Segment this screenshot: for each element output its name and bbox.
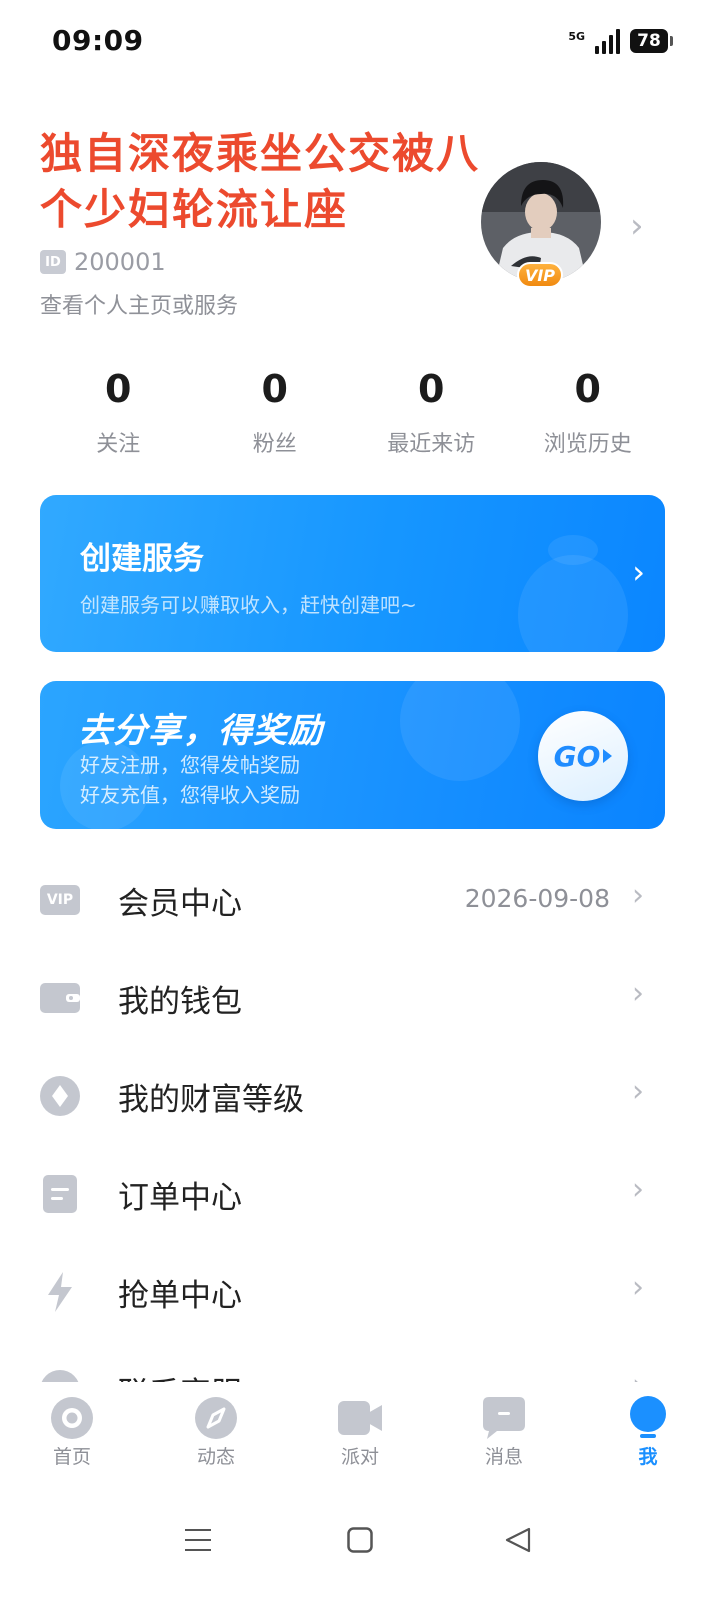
share-description-line: 好友注册，您得发帖奖励 bbox=[80, 753, 300, 777]
create-service-card[interactable]: 创建服务 创建服务可以赚取收入，赶快创建吧~ › bbox=[40, 495, 665, 652]
chevron-right-icon: › bbox=[632, 1074, 644, 1109]
compass-icon bbox=[194, 1397, 238, 1439]
back-icon[interactable] bbox=[496, 1518, 540, 1562]
tab-party[interactable]: 派对 bbox=[288, 1382, 432, 1478]
tab-messages[interactable]: 消息 bbox=[432, 1382, 576, 1478]
stat-label: 浏览历史 bbox=[543, 432, 632, 457]
share-description-line: 好友充值，您得收入奖励 bbox=[80, 783, 300, 807]
profile-id: 200001 bbox=[74, 248, 166, 276]
menu-icon[interactable] bbox=[176, 1518, 220, 1562]
stat-label: 粉丝 bbox=[252, 432, 297, 457]
share-title: 去分享，得奖励 bbox=[78, 711, 323, 751]
menu-item-wealth-level[interactable]: 我的财富等级 › bbox=[0, 1046, 720, 1144]
create-service-description: 创建服务可以赚取收入，赶快创建吧~ bbox=[80, 593, 417, 617]
battery-icon: 78 bbox=[630, 29, 673, 53]
profile-header[interactable]: 独自深夜乘坐公交被八个少妇轮流让座 ID 200001 查看个人主页或服务 VI… bbox=[40, 126, 680, 326]
bottom-tab-bar: 首页 动态 派对 消息 我 bbox=[0, 1382, 720, 1478]
go-label: GO bbox=[553, 739, 601, 773]
chevron-right-icon: › bbox=[632, 878, 644, 913]
menu-list: VIP 会员中心 2026-09-08 › 我的钱包 › 我的财富等级 › 订单… bbox=[0, 850, 720, 1382]
signal-icon bbox=[595, 28, 620, 54]
tab-label: 派对 bbox=[340, 1446, 379, 1468]
chevron-right-icon: › bbox=[632, 1270, 644, 1305]
stat-label: 关注 bbox=[96, 432, 141, 457]
menu-item-customer-service[interactable]: 联系客服 › bbox=[0, 1340, 720, 1382]
support-icon bbox=[40, 1370, 80, 1382]
menu-item-order-center[interactable]: 订单中心 › bbox=[0, 1144, 720, 1242]
menu-label: 联系客服 bbox=[118, 1368, 242, 1382]
stat-recent-visitors[interactable]: 0 最近来访 bbox=[353, 364, 510, 458]
menu-label: 订单中心 bbox=[118, 1180, 242, 1216]
tab-me[interactable]: 我 bbox=[576, 1382, 720, 1478]
profile-subtitle: 查看个人主页或服务 bbox=[40, 294, 239, 319]
tab-label: 动态 bbox=[196, 1446, 235, 1468]
tab-home[interactable]: 首页 bbox=[0, 1382, 144, 1478]
diamond-icon bbox=[40, 1076, 80, 1116]
menu-item-vip-center[interactable]: VIP 会员中心 2026-09-08 › bbox=[0, 850, 720, 948]
lightning-icon bbox=[40, 1272, 80, 1312]
stat-browse-history[interactable]: 0 浏览历史 bbox=[510, 364, 667, 458]
order-icon bbox=[40, 1175, 80, 1213]
menu-label: 会员中心 bbox=[118, 886, 242, 922]
chevron-right-icon: › bbox=[632, 976, 644, 1011]
tab-label: 首页 bbox=[52, 1446, 91, 1468]
menu-item-wallet[interactable]: 我的钱包 › bbox=[0, 948, 720, 1046]
stat-followers[interactable]: 0 粉丝 bbox=[197, 364, 354, 458]
tab-label: 消息 bbox=[484, 1446, 523, 1468]
menu-label: 我的财富等级 bbox=[118, 1082, 304, 1118]
menu-item-grab-orders[interactable]: 抢单中心 › bbox=[0, 1242, 720, 1340]
tab-label: 我 bbox=[638, 1446, 658, 1468]
menu-label: 抢单中心 bbox=[118, 1278, 242, 1314]
money-bag-decoration bbox=[518, 555, 628, 652]
money-bag-decoration-top bbox=[548, 535, 598, 565]
message-icon bbox=[482, 1397, 526, 1439]
stat-value: 0 bbox=[418, 367, 445, 411]
vip-expiry-date: 2026-09-08 bbox=[464, 884, 610, 913]
home-icon bbox=[50, 1397, 94, 1439]
stats-row: 0 关注 0 粉丝 0 最近来访 0 浏览历史 bbox=[40, 364, 666, 458]
stat-value: 0 bbox=[261, 367, 288, 411]
network-type: 5G bbox=[568, 29, 585, 43]
play-triangle-icon bbox=[603, 749, 613, 763]
decoration-circle bbox=[400, 681, 520, 781]
profile-icon bbox=[626, 1396, 670, 1438]
chevron-right-icon: › bbox=[632, 1368, 644, 1382]
chevron-right-icon: › bbox=[632, 1172, 644, 1207]
id-icon: ID bbox=[40, 250, 66, 274]
wallet-icon bbox=[40, 981, 80, 1015]
chevron-right-icon: › bbox=[630, 206, 644, 246]
system-navigation-bar bbox=[0, 1478, 720, 1604]
chevron-right-icon: › bbox=[632, 553, 645, 591]
profile-nickname: 独自深夜乘坐公交被八个少妇轮流让座 bbox=[40, 129, 481, 234]
stat-label: 最近来访 bbox=[387, 432, 476, 457]
stat-value: 0 bbox=[105, 367, 132, 411]
tab-moments[interactable]: 动态 bbox=[144, 1382, 288, 1478]
status-bar: 09:09 5G 78 bbox=[0, 0, 720, 80]
status-icons: 5G 78 bbox=[568, 26, 673, 56]
video-icon bbox=[338, 1398, 382, 1438]
go-button[interactable]: GO bbox=[538, 711, 628, 801]
home-button-icon[interactable] bbox=[338, 1518, 382, 1562]
vip-badge: VIP bbox=[517, 262, 563, 288]
share-reward-card[interactable]: 去分享，得奖励 好友注册，您得发帖奖励 好友充值，您得收入奖励 GO bbox=[40, 681, 665, 829]
stat-following[interactable]: 0 关注 bbox=[40, 364, 197, 458]
battery-level: 78 bbox=[637, 31, 661, 51]
vip-icon: VIP bbox=[40, 883, 80, 917]
menu-label: 我的钱包 bbox=[118, 984, 242, 1020]
create-service-title: 创建服务 bbox=[80, 541, 204, 577]
stat-value: 0 bbox=[574, 367, 601, 411]
status-time: 09:09 bbox=[52, 24, 144, 57]
